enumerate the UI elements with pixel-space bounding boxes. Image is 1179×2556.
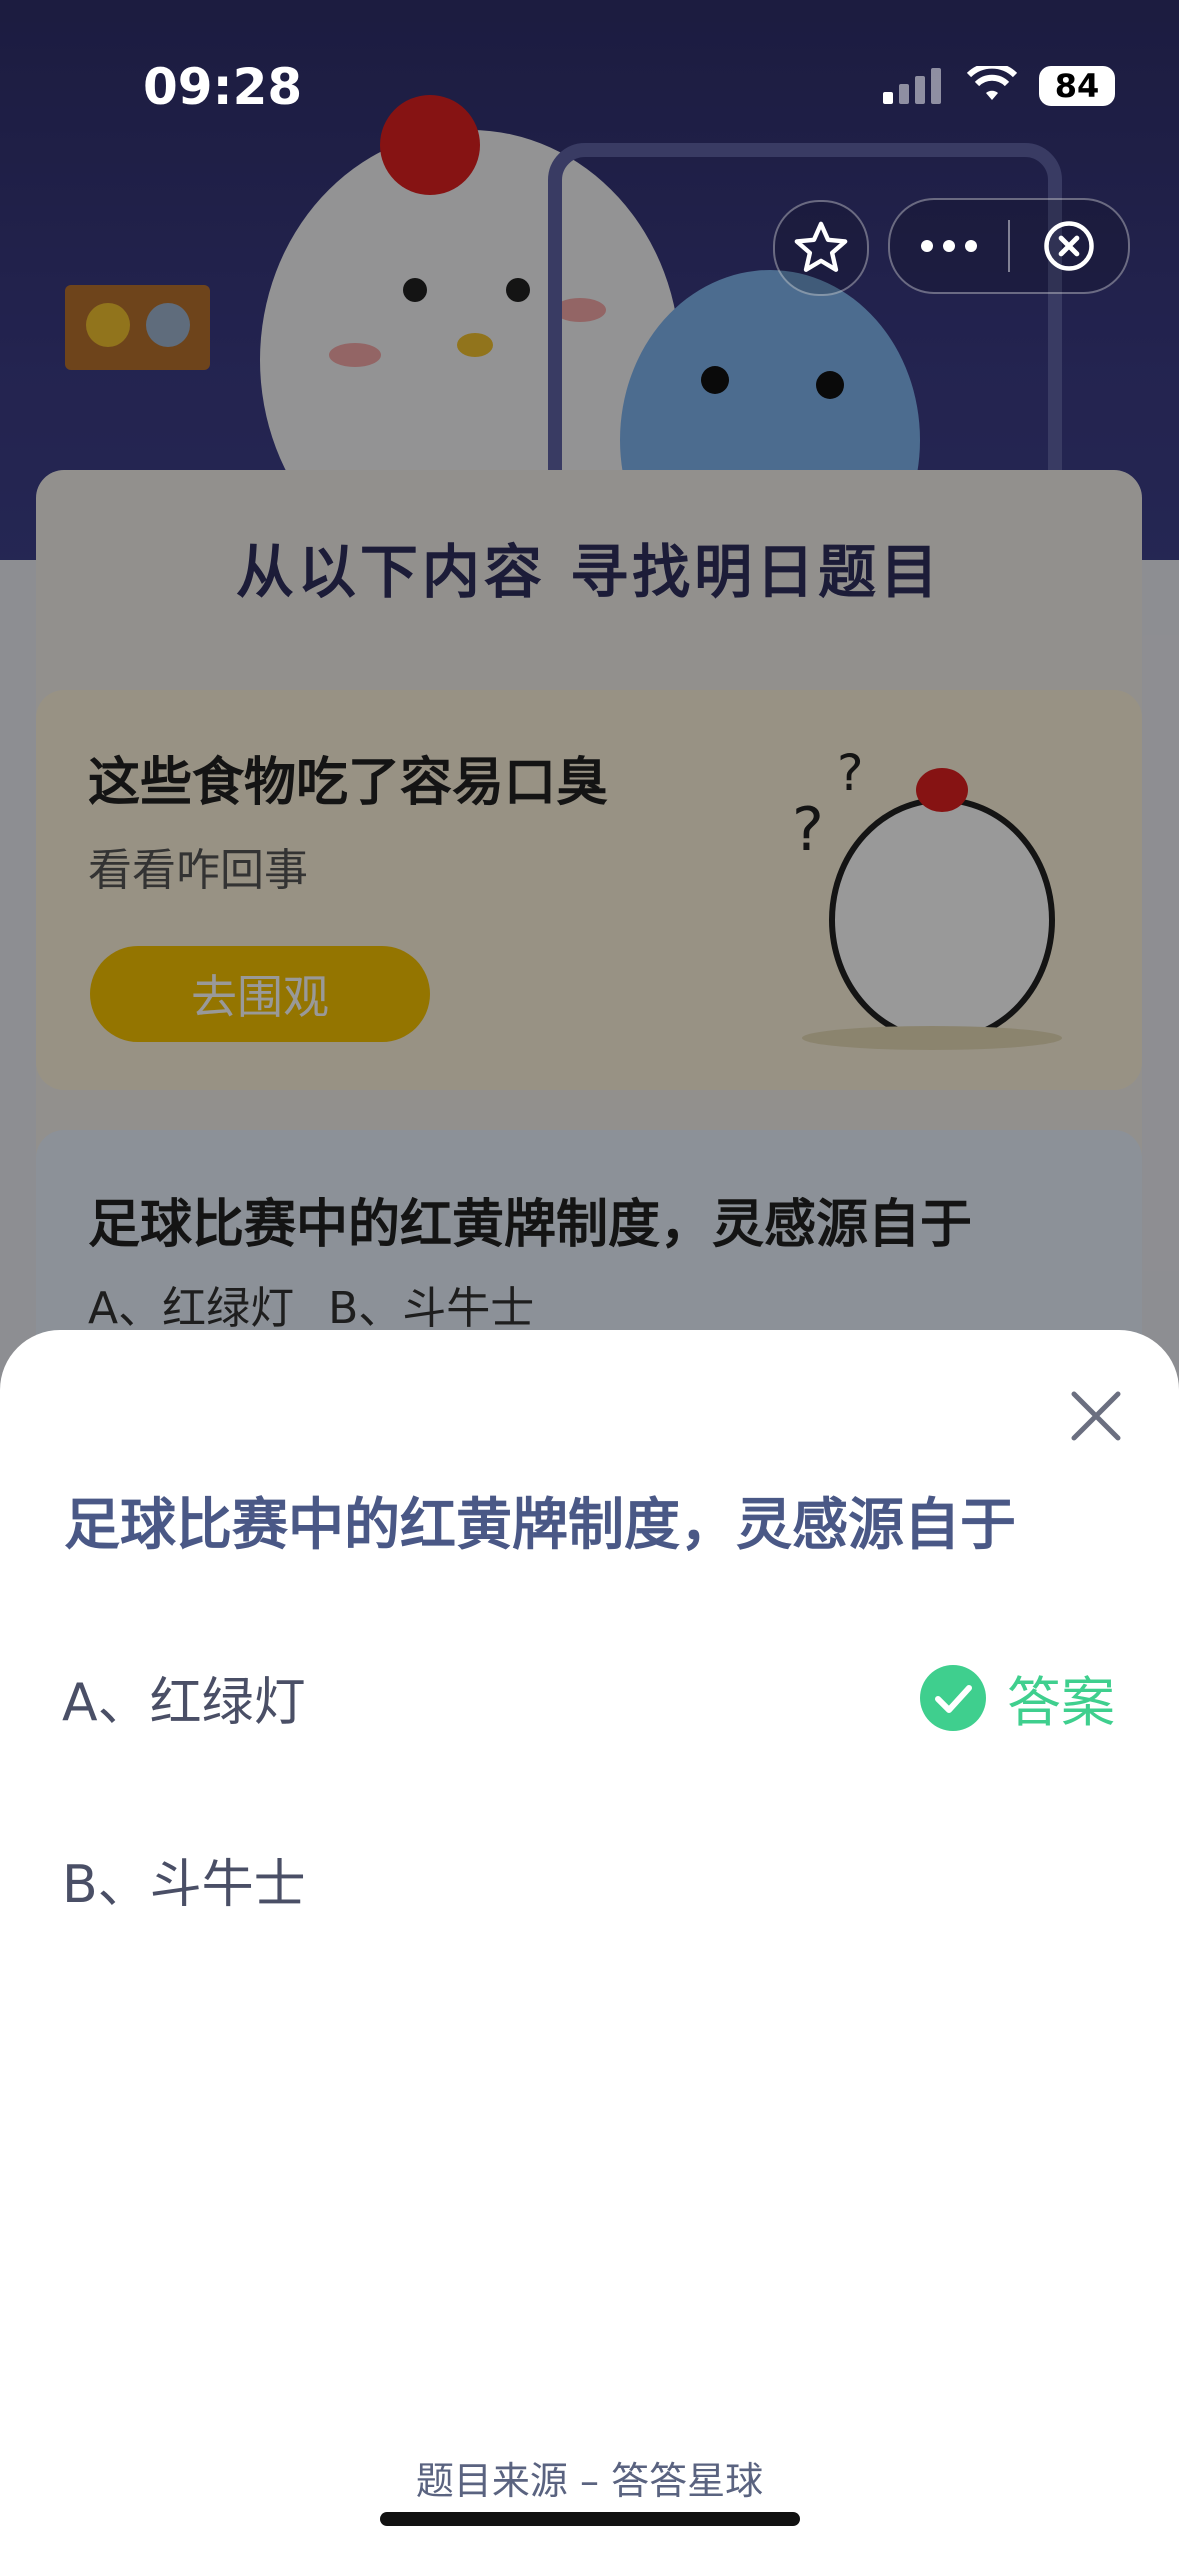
exit-button[interactable] [1010,200,1128,292]
answer-marker: 答案 [919,1658,1115,1737]
star-icon [794,221,848,272]
source-footer: 题目来源 – 答答星球 [415,2459,764,2503]
close-icon [1071,1391,1121,1441]
more-icon [921,240,977,252]
check-icon [920,1664,986,1731]
sheet-question: 足球比赛中的红黄牌制度，灵感源自于 [64,1493,1016,1558]
close-circle-icon [1044,221,1094,271]
option-a[interactable]: A、红绿灯 [62,1660,306,1735]
status-time: 09:28 [143,58,303,116]
favorite-button[interactable] [773,200,869,296]
option-b[interactable]: B、斗牛士 [62,1842,306,1917]
answer-label: 答案 [1007,1671,1115,1734]
signal-icon [883,68,941,104]
status-indicators: 84 [881,66,1115,106]
sheet-close-button[interactable] [1064,1384,1128,1448]
battery-indicator: 84 [1039,66,1115,106]
wifi-icon [967,66,1017,100]
more-button[interactable] [890,200,1008,292]
home-indicator[interactable] [380,2512,800,2526]
mini-program-capsule [888,198,1130,294]
